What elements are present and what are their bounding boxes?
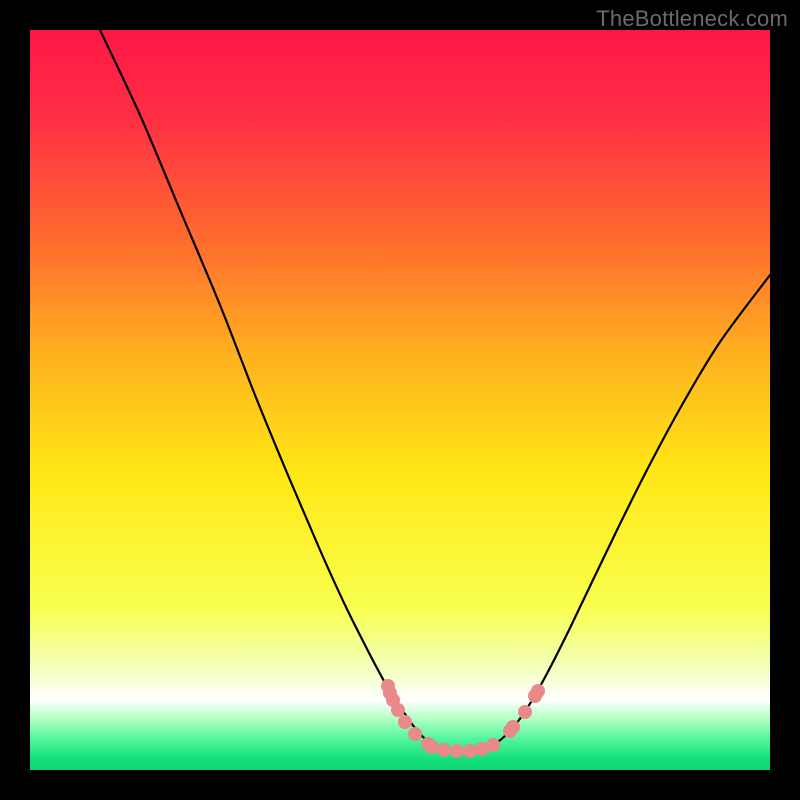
- watermark-text: TheBottleneck.com: [596, 6, 788, 32]
- marker-dot: [408, 727, 422, 741]
- chart-canvas: [30, 30, 770, 770]
- marker-dot: [531, 684, 545, 698]
- marker-dot: [518, 705, 532, 719]
- marker-dot: [463, 744, 477, 758]
- plot-area: [30, 30, 770, 770]
- marker-dot: [437, 743, 451, 757]
- marker-dot: [391, 703, 405, 717]
- marker-dot: [450, 744, 464, 758]
- marker-dot: [425, 740, 439, 754]
- outer-frame: TheBottleneck.com: [0, 0, 800, 800]
- marker-dot: [486, 738, 500, 752]
- gradient-background: [30, 30, 770, 770]
- marker-dot: [506, 720, 520, 734]
- marker-dot: [398, 715, 412, 729]
